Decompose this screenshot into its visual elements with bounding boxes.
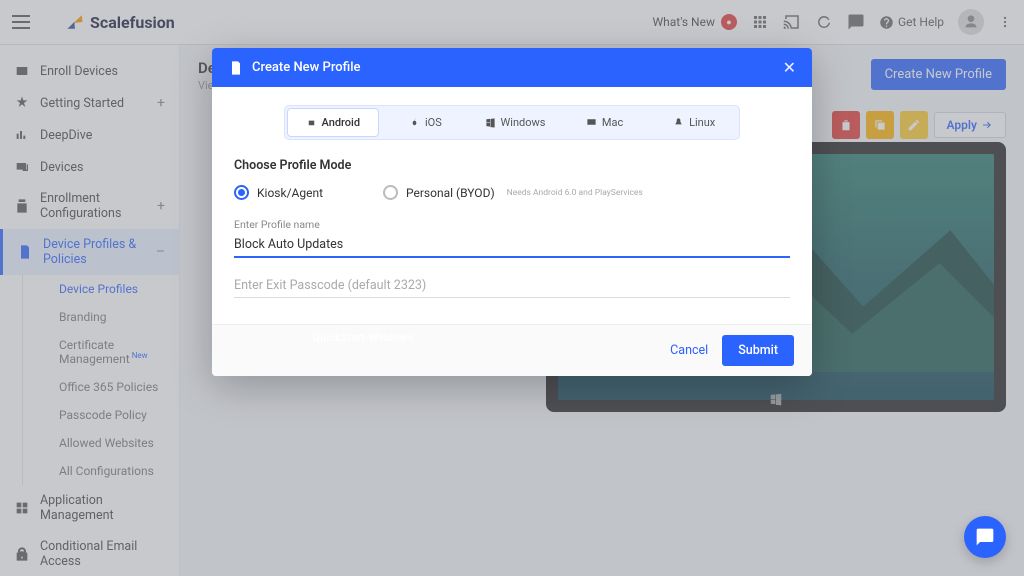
tab-android[interactable]: Android [287,108,379,137]
tab-mac[interactable]: Mac [560,106,650,139]
android-icon [306,117,317,128]
radio-checked-icon [234,185,249,200]
tab-windows[interactable]: Windows [470,106,560,139]
tab-ios[interactable]: iOS [381,106,471,139]
chat-widget[interactable] [964,516,1006,558]
apple-icon [409,117,420,128]
windows-icon [485,117,496,128]
profile-name-label: Enter Profile name [234,218,790,231]
radio-unchecked-icon [383,185,398,200]
chat-bubble-icon [975,527,995,547]
modal-header: Create New Profile ✕ [212,48,812,87]
choose-mode-label: Choose Profile Mode [234,158,790,173]
radio-personal-byod[interactable]: Personal (BYOD) Needs Android 6.0 and Pl… [383,185,643,200]
linux-icon [673,117,684,128]
exit-passcode-input[interactable] [234,274,790,298]
os-tabs: Android iOS Windows Mac Linux [284,105,740,140]
close-icon[interactable]: ✕ [783,58,796,77]
modal-title: Create New Profile [252,60,361,75]
profile-icon [228,60,244,76]
radio-kiosk-agent[interactable]: Kiosk/Agent [234,185,323,200]
profile-name-input[interactable] [234,233,790,258]
cancel-button[interactable]: Cancel [670,343,708,358]
mac-icon [586,117,597,128]
tab-linux[interactable]: Linux [649,106,739,139]
modal-overlay: Create New Profile ✕ Android iOS Windows… [0,0,1024,576]
submit-button[interactable]: Submit [722,335,794,366]
byod-hint: Needs Android 6.0 and PlayServices [507,188,643,198]
